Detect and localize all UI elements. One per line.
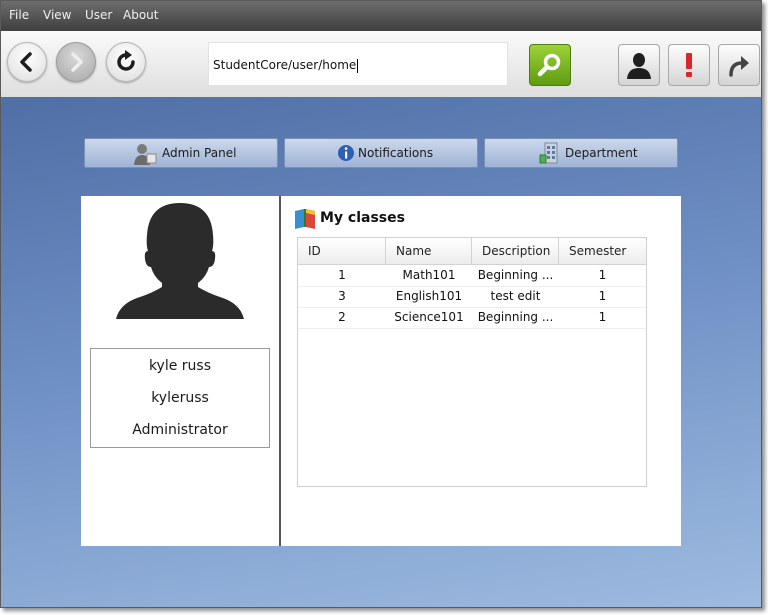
column-header-name[interactable]: Name <box>386 238 472 264</box>
user-role: Administrator <box>132 422 228 438</box>
column-header-description[interactable]: Description <box>472 238 559 264</box>
username: kyleruss <box>151 390 209 406</box>
avatar <box>116 203 244 319</box>
column-header-semester[interactable]: Semester <box>559 238 646 264</box>
main-content: Admin Panel Notifications Department kyl… <box>1 97 761 607</box>
building-icon <box>539 142 558 164</box>
refresh-icon <box>117 50 135 71</box>
cell-description: test edit <box>490 289 541 303</box>
admin-panel-label: Admin Panel <box>162 146 237 160</box>
cell-description: Beginning ... <box>477 268 554 282</box>
menu-user[interactable]: User <box>85 8 112 22</box>
menu-about[interactable]: About <box>123 8 158 22</box>
book-icon <box>295 209 315 229</box>
app-window: File View User About StudentCore/user/ho… <box>0 0 762 608</box>
cell-name: Math101 <box>402 268 456 282</box>
exclamation-icon <box>686 53 692 77</box>
table-row[interactable]: 3 English101 test edit 1 <box>298 286 646 308</box>
menu-view[interactable]: View <box>43 8 71 22</box>
table-row[interactable]: 2 Science101 Beginning ... 1 <box>298 307 646 329</box>
cell-semester: 1 <box>598 310 607 324</box>
logout-button[interactable] <box>718 44 760 86</box>
alerts-button[interactable] <box>668 44 710 86</box>
search-button[interactable] <box>529 44 571 86</box>
table-row[interactable]: 1 Math101 Beginning ... 1 <box>298 265 646 287</box>
profile-panel: kyle russ kyleruss Administrator <box>81 196 279 546</box>
classes-title: My classes <box>320 210 405 226</box>
back-button[interactable] <box>7 42 47 82</box>
table-header: ID Name Description Semester <box>298 238 646 265</box>
cell-semester: 1 <box>598 289 607 303</box>
cell-description: Beginning ... <box>477 310 554 324</box>
forward-button[interactable] <box>56 42 96 82</box>
refresh-button[interactable] <box>106 42 146 82</box>
menu-file[interactable]: File <box>9 8 29 22</box>
user-icon <box>627 53 651 79</box>
admin-panel-button[interactable]: Admin Panel <box>84 138 278 168</box>
classes-table: ID Name Description Semester 1 Math101 B… <box>297 237 647 487</box>
cell-semester: 1 <box>598 268 607 282</box>
cell-name: English101 <box>395 289 463 303</box>
menu-bar: File View User About <box>1 1 761 31</box>
info-icon <box>338 145 354 161</box>
cell-id: 1 <box>338 268 346 282</box>
cell-id: 3 <box>338 289 346 303</box>
admin-user-icon <box>134 144 157 165</box>
department-label: Department <box>565 146 638 160</box>
classes-panel: My classes ID Name Description Semester … <box>281 196 681 546</box>
back-arrow-icon <box>20 52 32 72</box>
user-info-box: kyle russ kyleruss Administrator <box>90 348 270 448</box>
full-name: kyle russ <box>148 358 212 374</box>
toolbar: StudentCore/user/home <box>1 31 761 98</box>
url-bar[interactable]: StudentCore/user/home <box>208 42 508 86</box>
cell-id: 2 <box>338 310 346 324</box>
department-button[interactable]: Department <box>484 138 678 168</box>
user-profile-button[interactable] <box>618 44 660 86</box>
forward-arrow-icon <box>71 52 83 72</box>
notifications-button[interactable]: Notifications <box>284 138 478 168</box>
notifications-label: Notifications <box>358 146 434 160</box>
cell-name: Science101 <box>394 310 464 324</box>
text-caret <box>357 58 359 73</box>
redo-arrow-icon <box>729 56 749 77</box>
url-text: StudentCore/user/home <box>213 58 357 72</box>
search-icon <box>537 53 561 77</box>
column-header-id[interactable]: ID <box>298 238 386 264</box>
